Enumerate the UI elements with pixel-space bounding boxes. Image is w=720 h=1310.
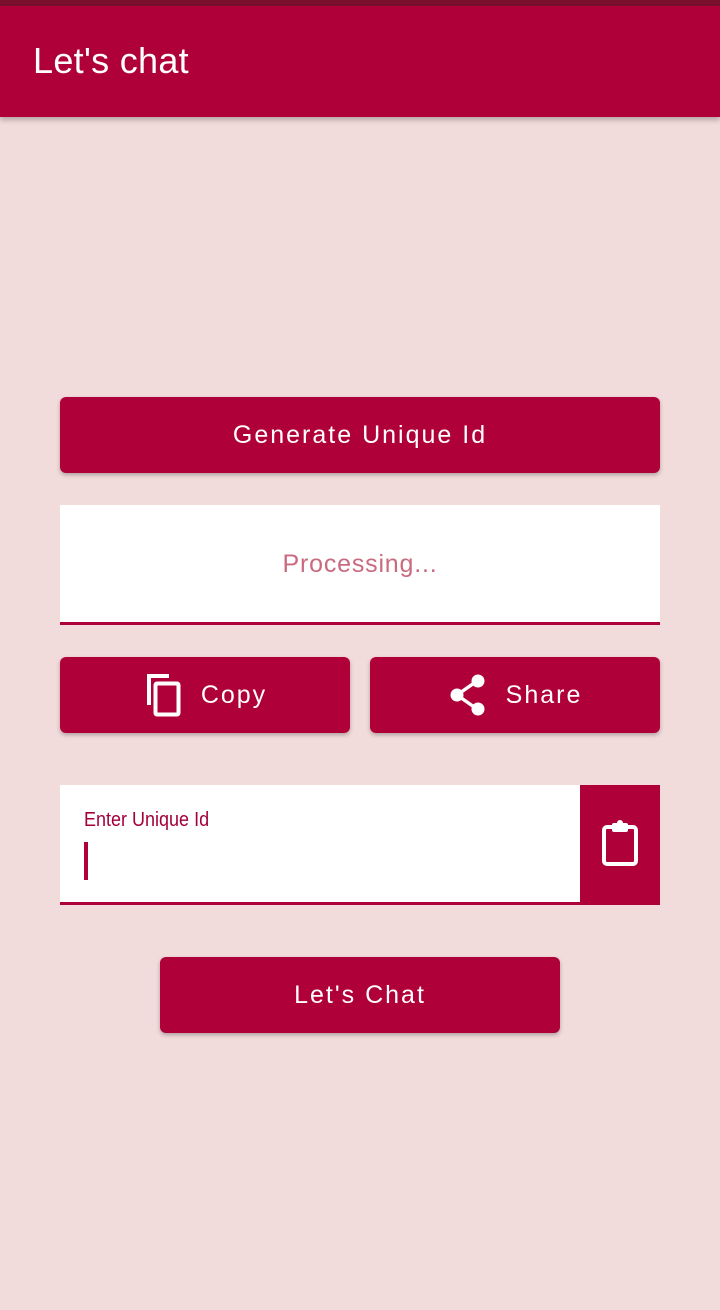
generate-unique-id-label: Generate Unique Id <box>232 420 488 449</box>
unique-id-display-text: Processing... <box>282 550 438 578</box>
generate-unique-id-button[interactable]: Generate Unique Id <box>60 397 660 473</box>
app-bar: Let's chat <box>0 6 720 117</box>
share-label: Share <box>505 680 583 709</box>
lets-chat-label: Let's Chat <box>294 980 426 1009</box>
share-button[interactable]: Share <box>370 657 660 733</box>
clipboard-icon <box>600 819 640 872</box>
app-title: Let's chat <box>33 39 189 81</box>
share-icon <box>448 673 488 717</box>
unique-id-display: Processing... <box>60 505 660 625</box>
lets-chat-button[interactable]: Let's Chat <box>160 957 560 1033</box>
copy-button[interactable]: Copy <box>60 657 350 733</box>
paste-button[interactable] <box>580 785 660 905</box>
text-cursor <box>84 842 88 880</box>
unique-id-input[interactable]: Enter Unique Id <box>60 785 580 905</box>
copy-label: Copy <box>200 680 268 709</box>
unique-id-input-label: Enter Unique Id <box>84 809 210 831</box>
copy-icon <box>143 673 183 717</box>
